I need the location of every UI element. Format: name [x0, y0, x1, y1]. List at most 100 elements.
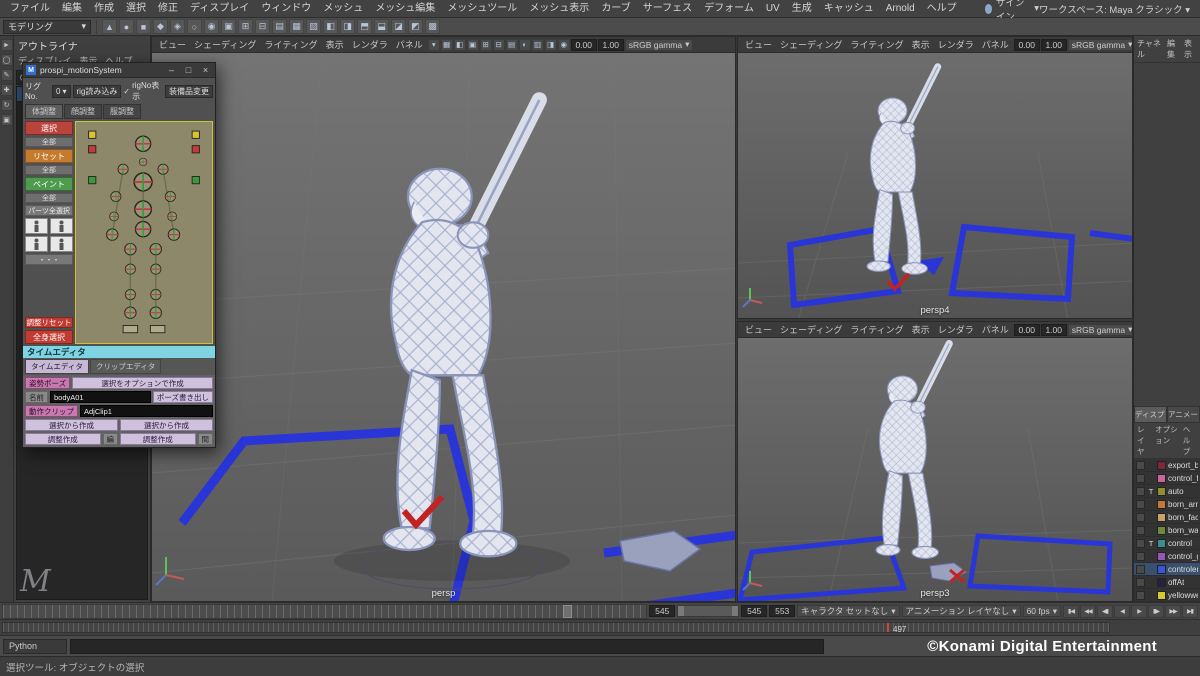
command-language-toggle[interactable]: Python — [3, 638, 67, 654]
shelf-icon[interactable]: ⬒ — [357, 19, 372, 34]
menu-item[interactable]: ファイル — [4, 0, 56, 18]
viewport-br-canvas[interactable]: persp3 — [738, 338, 1132, 601]
viewport-menu-item[interactable]: 表示 — [908, 323, 934, 336]
layer-color-swatch[interactable] — [1157, 551, 1166, 561]
anim-end-field[interactable]: 545 — [741, 605, 768, 617]
tab-cloth-adjust[interactable]: 服調整 — [103, 104, 141, 119]
menu-item[interactable]: 修正 — [152, 0, 184, 18]
viewport-top-right[interactable]: ビュー シェーディング ライティング 表示 レンダラ パネル 0.00 1.00 sRGB… — [737, 36, 1133, 319]
move-tool-icon[interactable]: ✚ — [0, 84, 13, 96]
more-options-button[interactable]: ・・・ — [25, 254, 73, 265]
menu-item[interactable]: カーブ — [595, 0, 636, 18]
current-time-marker[interactable] — [563, 604, 572, 618]
scale-tool-icon[interactable]: ▣ — [0, 114, 13, 126]
viewport-toolbar-icon[interactable]: ⊞ — [479, 38, 492, 51]
menu-item[interactable]: 選択 — [120, 0, 152, 18]
shelf-icon[interactable]: ◈ — [170, 19, 185, 34]
exposure-field[interactable]: 0.00 — [570, 38, 597, 51]
rig-load-button[interactable]: rig読み込み — [72, 84, 122, 98]
channel-menu-item[interactable]: 表示 — [1184, 38, 1197, 60]
current-frame-marker[interactable] — [887, 623, 889, 632]
layer-visibility-toggle[interactable] — [1136, 577, 1145, 587]
shelf-icon[interactable]: ▣ — [221, 19, 236, 34]
viewport-menu-item[interactable]: パネル — [392, 38, 427, 51]
lasso-tool-icon[interactable]: ◯ — [0, 54, 13, 66]
layer-visibility-toggle[interactable] — [1136, 460, 1145, 470]
paint-select-tool-icon[interactable]: ✎ — [0, 69, 13, 81]
viewport-toolbar-icon[interactable]: ▤ — [505, 38, 518, 51]
tab-body-adjust[interactable]: 体調整 — [25, 104, 63, 119]
rig-no-dropdown[interactable]: 0 ▾ — [52, 84, 71, 98]
body-front-icon[interactable] — [25, 218, 48, 234]
viewport-menu-item[interactable]: レンダラ — [934, 323, 978, 336]
channel-menu-item[interactable]: 編集 — [1167, 38, 1180, 60]
layer-row[interactable]: born_wais — [1134, 524, 1200, 537]
rotate-tool-icon[interactable]: ↻ — [0, 99, 13, 111]
menu-item[interactable]: 編集 — [56, 0, 88, 18]
layer-visibility-toggle[interactable] — [1136, 512, 1145, 522]
layer-visibility-toggle[interactable] — [1136, 590, 1145, 600]
layer-menu-item[interactable]: レイヤ — [1137, 424, 1151, 457]
body-right-icon[interactable] — [50, 236, 73, 252]
viewport-toolbar-icon[interactable]: ▦ — [440, 38, 453, 51]
layer-color-swatch[interactable] — [1157, 460, 1166, 470]
layer-color-swatch[interactable] — [1157, 499, 1166, 509]
shelf-icon[interactable]: ⊟ — [255, 19, 270, 34]
viewport-toolbar-icon[interactable]: ◐ — [518, 38, 531, 51]
viewport-menu-item[interactable]: ライティング — [260, 38, 321, 51]
shelf-icon[interactable]: ▦ — [289, 19, 304, 34]
viewport-menu-item[interactable]: ライティング — [846, 323, 907, 336]
body-picker[interactable] — [75, 121, 213, 344]
time-slider[interactable] — [2, 603, 648, 619]
pose-name-field[interactable]: bodyA01 — [50, 391, 151, 403]
shelf-icon[interactable]: ● — [119, 19, 134, 34]
viewport-menu-item[interactable]: パネル — [978, 38, 1013, 51]
shelf-icon[interactable]: ◆ — [153, 19, 168, 34]
body-left-icon[interactable] — [25, 236, 48, 252]
view-transform-dropdown[interactable]: sRGB gamma ▾ — [1067, 38, 1132, 51]
rig-no-checkbox[interactable]: ✓ — [123, 87, 130, 96]
layer-menu-item[interactable]: オプション — [1155, 424, 1179, 457]
viewport-menu-item[interactable]: 表示 — [322, 38, 348, 51]
go-to-range-start-icon[interactable]: ▮◀ — [1063, 604, 1079, 618]
maximize-icon[interactable]: □ — [182, 65, 195, 75]
menu-item[interactable]: UV — [760, 0, 786, 18]
layer-row[interactable]: offAt — [1134, 576, 1200, 589]
layer-color-swatch[interactable] — [1157, 512, 1166, 522]
viewport-bottom-right[interactable]: ビュー シェーディング ライティング 表示 レンダラ パネル 0.00 1.00 sRGB… — [737, 321, 1133, 602]
paint-all-button[interactable]: 全部 — [25, 193, 73, 203]
select-tool-icon[interactable]: ► — [0, 39, 13, 51]
channel-menu-item[interactable]: チャネル — [1137, 38, 1163, 60]
shelf-icon[interactable]: ▩ — [425, 19, 440, 34]
menu-item[interactable]: メッシュ — [317, 0, 369, 18]
layer-visibility-toggle[interactable] — [1136, 551, 1145, 561]
tab-face-adjust[interactable]: 顔調整 — [64, 104, 102, 119]
range-slider[interactable]: 497 — [2, 622, 1110, 634]
viewport-menu-item[interactable]: シェーディング — [776, 38, 846, 51]
layer-row[interactable]: T control — [1134, 537, 1200, 550]
select-button[interactable]: 選択 — [25, 121, 73, 135]
gamma-field[interactable]: 1.00 — [1040, 38, 1067, 51]
minimize-icon[interactable]: – — [165, 65, 178, 75]
layer-color-swatch[interactable] — [1157, 473, 1166, 483]
layer-color-swatch[interactable] — [1157, 564, 1166, 574]
clip-name-field[interactable]: AdjClip1 — [80, 405, 213, 417]
layer-row[interactable]: T auto — [1134, 485, 1200, 498]
gamma-field[interactable]: 1.00 — [597, 38, 624, 51]
viewport-menu-item[interactable]: ビュー — [155, 38, 190, 51]
exposure-field[interactable]: 0.00 — [1013, 323, 1040, 336]
menu-item[interactable]: ヘルプ — [921, 0, 963, 18]
viewport-menu-item[interactable]: ビュー — [741, 323, 776, 336]
step-forward-key-icon[interactable]: ▮▶ — [1148, 604, 1164, 618]
layer-visibility-toggle[interactable] — [1136, 525, 1145, 535]
menu-item[interactable]: ディスプレイ — [184, 0, 255, 18]
viewport-menu-item[interactable]: ライティング — [846, 38, 907, 51]
layer-color-swatch[interactable] — [1157, 486, 1166, 496]
menu-item[interactable]: Arnold — [880, 0, 921, 18]
viewport-main-canvas[interactable]: persp — [152, 53, 735, 601]
go-to-range-end-icon[interactable]: ▶▮ — [1182, 604, 1198, 618]
menu-item[interactable]: メッシュ編集 — [369, 0, 441, 18]
shelf-icon[interactable]: ▧ — [306, 19, 321, 34]
shelf-icon[interactable]: ◧ — [323, 19, 338, 34]
menu-item[interactable]: サーフェス — [637, 0, 698, 18]
